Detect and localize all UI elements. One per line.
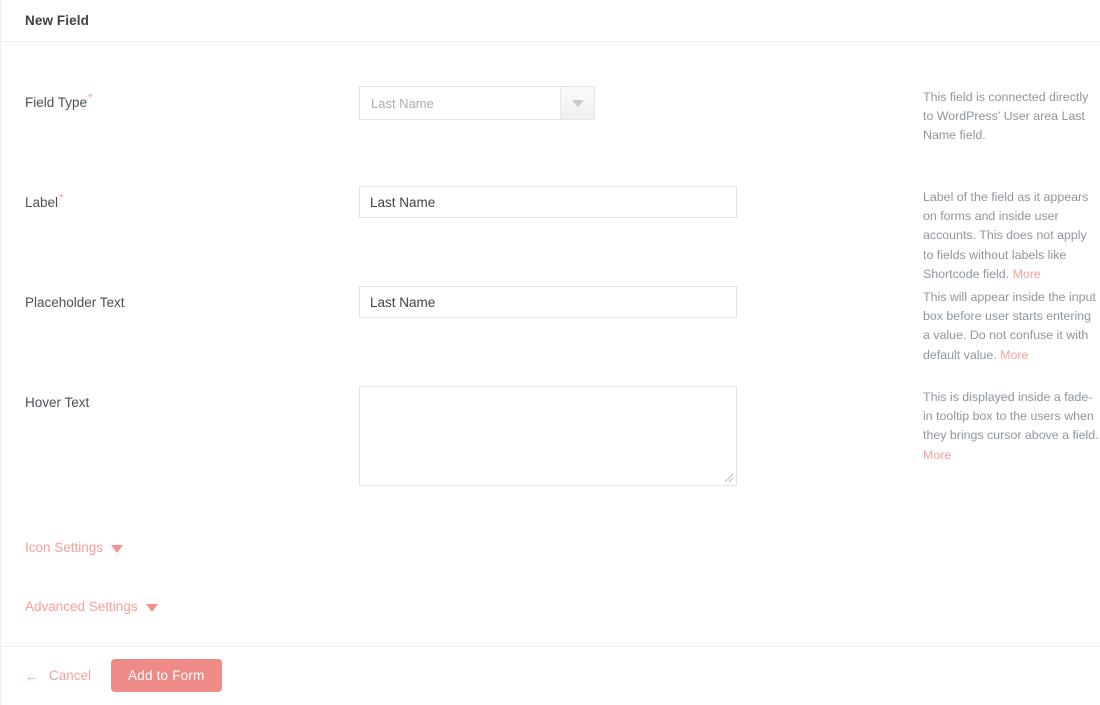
field-row-field-type: Field Type* Last Name This field is conn… — [1, 86, 1100, 186]
field-type-control: Last Name — [359, 86, 829, 120]
label-field-help: Label of the field as it appears on form… — [829, 186, 1100, 284]
panel-footer: ← Cancel Add to Form — [1, 647, 1100, 704]
field-row-hover-text: Hover Text This is displayed inside a fa… — [1, 386, 1100, 522]
placeholder-text-more-link[interactable]: More — [1000, 348, 1028, 362]
label-field-help-text: Label of the field as it appears on form… — [923, 190, 1088, 281]
hover-text-control — [359, 386, 829, 486]
label-input[interactable] — [359, 186, 737, 218]
chevron-down-icon — [572, 100, 584, 107]
field-row-placeholder-text: Placeholder Text This will appear inside… — [1, 286, 1100, 386]
label-field-label: Label* — [25, 186, 359, 213]
section-toggle-icon-settings[interactable]: Icon Settings — [1, 540, 123, 555]
panel-body: Field Type* Last Name This field is conn… — [1, 42, 1100, 647]
caret-down-icon — [146, 604, 158, 612]
hover-text-help-text: This is displayed inside a fade-in toolt… — [923, 390, 1099, 442]
field-type-select-toggle[interactable] — [560, 87, 594, 119]
required-marker: * — [59, 191, 64, 205]
label-more-link[interactable]: More — [1013, 267, 1041, 281]
field-type-label-text: Field Type — [25, 95, 87, 110]
cancel-button-label: Cancel — [49, 668, 91, 683]
label-field-control — [359, 186, 829, 218]
arrow-left-icon: ← — [25, 669, 39, 683]
add-to-form-button[interactable]: Add to Form — [111, 659, 221, 692]
field-type-select[interactable]: Last Name — [359, 86, 595, 120]
label-field-label-text: Label — [25, 195, 58, 210]
new-field-panel: New Field Field Type* Last Name This fie… — [0, 0, 1100, 705]
advanced-settings-label: Advanced Settings — [25, 599, 138, 614]
field-type-label: Field Type* — [25, 86, 359, 113]
icon-settings-label: Icon Settings — [25, 540, 103, 555]
panel-header: New Field — [1, 0, 1100, 42]
placeholder-text-help: This will appear inside the input box be… — [829, 286, 1100, 365]
placeholder-text-label: Placeholder Text — [25, 286, 359, 313]
field-type-help-text: This field is connected directly to Word… — [923, 90, 1088, 142]
hover-text-textarea[interactable] — [359, 386, 737, 486]
hover-text-wrap — [359, 386, 737, 486]
required-marker: * — [88, 91, 93, 105]
hover-text-more-link[interactable]: More — [923, 448, 951, 462]
placeholder-text-label-text: Placeholder Text — [25, 295, 125, 310]
page-title: New Field — [25, 13, 89, 28]
hover-text-label-text: Hover Text — [25, 395, 89, 410]
hover-text-help: This is displayed inside a fade-in toolt… — [829, 386, 1100, 465]
hover-text-label: Hover Text — [25, 386, 359, 413]
placeholder-text-input[interactable] — [359, 286, 737, 318]
field-type-select-value[interactable]: Last Name — [360, 87, 560, 119]
field-type-help: This field is connected directly to Word… — [829, 86, 1100, 146]
section-toggle-advanced-settings[interactable]: Advanced Settings — [1, 599, 158, 614]
field-row-label: Label* Label of the field as it appears … — [1, 186, 1100, 286]
caret-down-icon — [111, 545, 123, 553]
cancel-button[interactable]: ← Cancel — [25, 668, 91, 683]
placeholder-text-control — [359, 286, 829, 318]
